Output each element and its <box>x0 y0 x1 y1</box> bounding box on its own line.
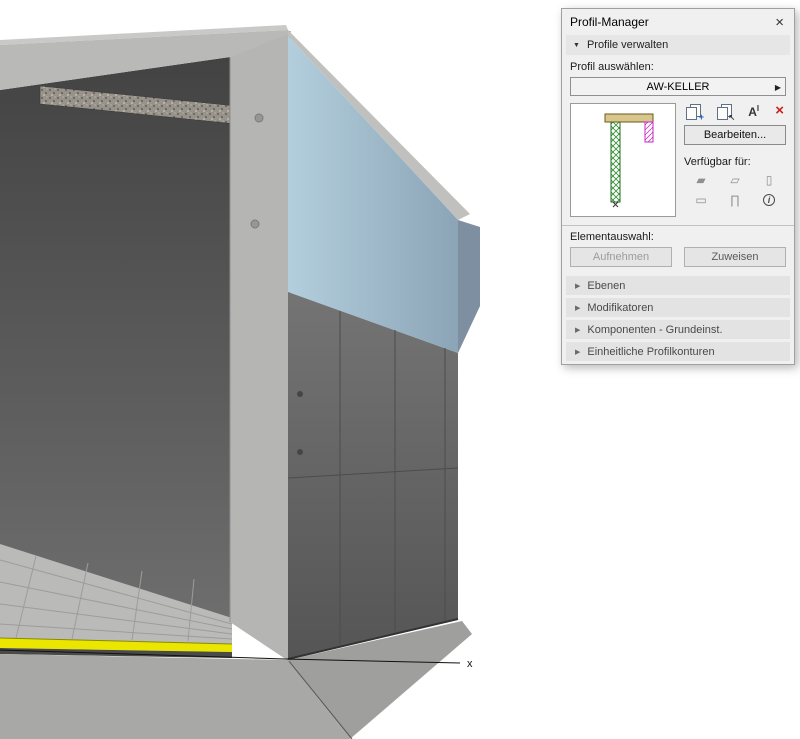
section-profile-verwalten[interactable]: ▼ Profile verwalten <box>566 35 790 55</box>
plus-badge: + <box>699 112 704 122</box>
close-icon[interactable]: × <box>773 15 786 30</box>
section-label: Profile verwalten <box>587 39 668 51</box>
profile-select-label: Profil auswählen: <box>562 60 794 76</box>
profile-preview[interactable] <box>570 103 676 217</box>
section-label: Einheitliche Profilkonturen <box>587 346 714 358</box>
profile-wall-core <box>611 114 620 202</box>
axis-label: x <box>467 658 473 670</box>
divider <box>562 225 794 226</box>
delete-profile-icon[interactable]: × <box>775 104 784 118</box>
profile-toolbar: + ↖ AI × <box>684 103 786 125</box>
availability-icons: ▰ ▱ ▯ ▭ ∏ i <box>684 173 786 207</box>
panel-title: Profil-Manager <box>570 15 773 29</box>
chevron-right-icon: ▶ <box>575 326 580 334</box>
column-icon[interactable]: ▯ <box>766 173 773 187</box>
form-tie-hole <box>297 391 303 397</box>
chevron-right-icon: ▶ <box>575 304 580 312</box>
shell-icon[interactable]: ▱ <box>730 173 739 187</box>
concrete-column[interactable] <box>230 31 290 662</box>
wall-panels[interactable] <box>288 292 458 659</box>
app-canvas: x Profil-Manager × ▼ Profile verwalten P… <box>0 0 800 739</box>
assign-button[interactable]: Zuweisen <box>684 247 786 267</box>
edit-profile-button[interactable]: Bearbeiten... <box>684 125 786 145</box>
info-icon[interactable]: i <box>763 194 775 206</box>
interior-shadow <box>0 57 236 622</box>
wall-icon[interactable]: ▰ <box>696 173 705 187</box>
profile-edge-element <box>645 122 653 142</box>
beam-icon[interactable]: ▭ <box>695 193 706 207</box>
profile-dropdown[interactable]: AW-KELLER ▶ <box>570 77 786 96</box>
new-profile-icon[interactable]: + <box>686 104 701 119</box>
origin-marker <box>613 202 618 207</box>
section-label: Modifikatoren <box>587 302 653 314</box>
section-label: Komponenten - Grundeinst. <box>587 324 722 336</box>
rename-profile-icon[interactable]: AI <box>748 104 759 119</box>
section-modifikatoren[interactable]: ▶ Modifikatoren <box>566 298 790 317</box>
railing-icon[interactable]: ∏ <box>730 193 740 207</box>
chevron-right-icon: ▶ <box>775 83 781 92</box>
element-selection-label: Elementauswahl: <box>562 230 794 246</box>
profile-preview-drawing <box>571 104 675 216</box>
capture-profile-icon[interactable]: ↖ <box>717 104 732 119</box>
form-tie-hole <box>297 449 303 455</box>
section-profilkonturen[interactable]: ▶ Einheitliche Profilkonturen <box>566 342 790 361</box>
chevron-down-icon: ▼ <box>573 42 580 49</box>
capture-arrow-badge: ↖ <box>728 113 735 122</box>
form-tie-hole <box>255 114 263 122</box>
form-tie-hole <box>251 220 259 228</box>
section-komponenten[interactable]: ▶ Komponenten - Grundeinst. <box>566 320 790 339</box>
panel-titlebar[interactable]: Profil-Manager × <box>562 9 794 35</box>
profil-manager-panel: Profil-Manager × ▼ Profile verwalten Pro… <box>561 8 795 365</box>
chevron-right-icon: ▶ <box>575 348 580 356</box>
profile-top-beam <box>605 114 653 122</box>
pickup-button[interactable]: Aufnehmen <box>570 247 672 267</box>
section-label: Ebenen <box>587 280 625 292</box>
collapsed-sections: ▶ Ebenen ▶ Modifikatoren ▶ Komponenten -… <box>562 276 794 361</box>
profile-dropdown-value: AW-KELLER <box>571 81 785 93</box>
section-ebenen[interactable]: ▶ Ebenen <box>566 276 790 295</box>
chevron-right-icon: ▶ <box>575 282 580 290</box>
available-for-label: Verfügbar für: <box>684 145 786 173</box>
